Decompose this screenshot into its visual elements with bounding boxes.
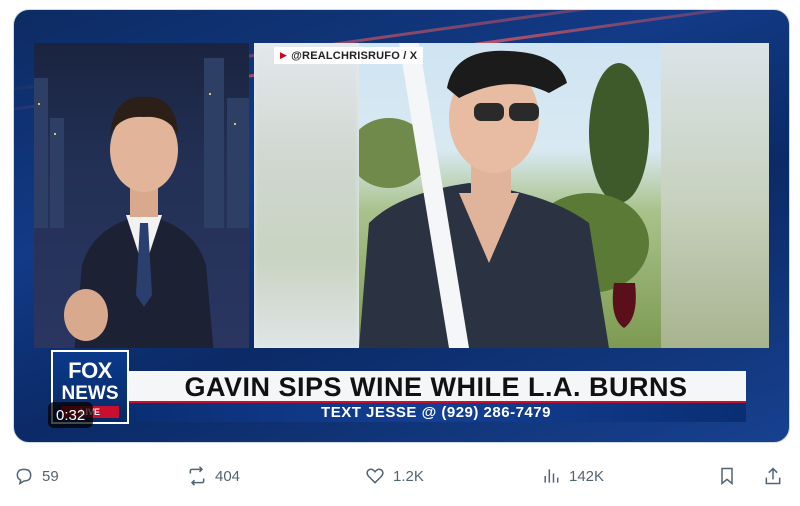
play-triangle-icon: ▶ [280, 50, 288, 60]
views-icon [544, 469, 559, 483]
blurred-edge-left [254, 43, 359, 348]
subheadline-banner: TEXT JESSE @ (929) 286-7479 [126, 403, 746, 422]
host-video-panel [34, 43, 249, 348]
host-figure [64, 96, 214, 348]
share-icon [765, 467, 781, 485]
like-count: 1.2K [393, 467, 424, 485]
repost-count: 404 [215, 467, 241, 485]
video-player[interactable]: ▶ @REALCHRISRUFO / X GAVIN SIPS WINE WHI… [13, 9, 790, 443]
repost-button[interactable]: 404 [187, 454, 240, 498]
footage-photo [359, 43, 661, 348]
share-button[interactable] [763, 454, 783, 498]
source-handle-text: @REALCHRISRUFO / X [291, 49, 418, 62]
logo-news-text: NEWS [61, 383, 119, 404]
reply-count: 59 [42, 467, 59, 485]
post-action-bar: 59 404 1.2K 142K [0, 454, 800, 498]
views-count: 142K [569, 467, 605, 485]
blurred-edge-right [661, 43, 769, 348]
logo-fox-text: FOX [68, 358, 112, 383]
heart-icon [366, 468, 384, 484]
footage-panel: ▶ @REALCHRISRUFO / X [254, 43, 769, 348]
headline-banner: GAVIN SIPS WINE WHILE L.A. BURNS [126, 371, 746, 403]
reply-button[interactable]: 59 [14, 454, 59, 498]
bookmark-icon [721, 467, 733, 486]
views-button[interactable]: 142K [541, 454, 604, 498]
bookmark-button[interactable] [717, 454, 737, 498]
video-timestamp: 0:32 [48, 402, 94, 428]
source-handle-tag: ▶ @REALCHRISRUFO / X [274, 47, 424, 64]
like-button[interactable]: 1.2K [365, 454, 424, 498]
repost-icon [189, 466, 205, 486]
reply-icon [16, 468, 32, 486]
person-with-wine-photo [359, 43, 649, 348]
